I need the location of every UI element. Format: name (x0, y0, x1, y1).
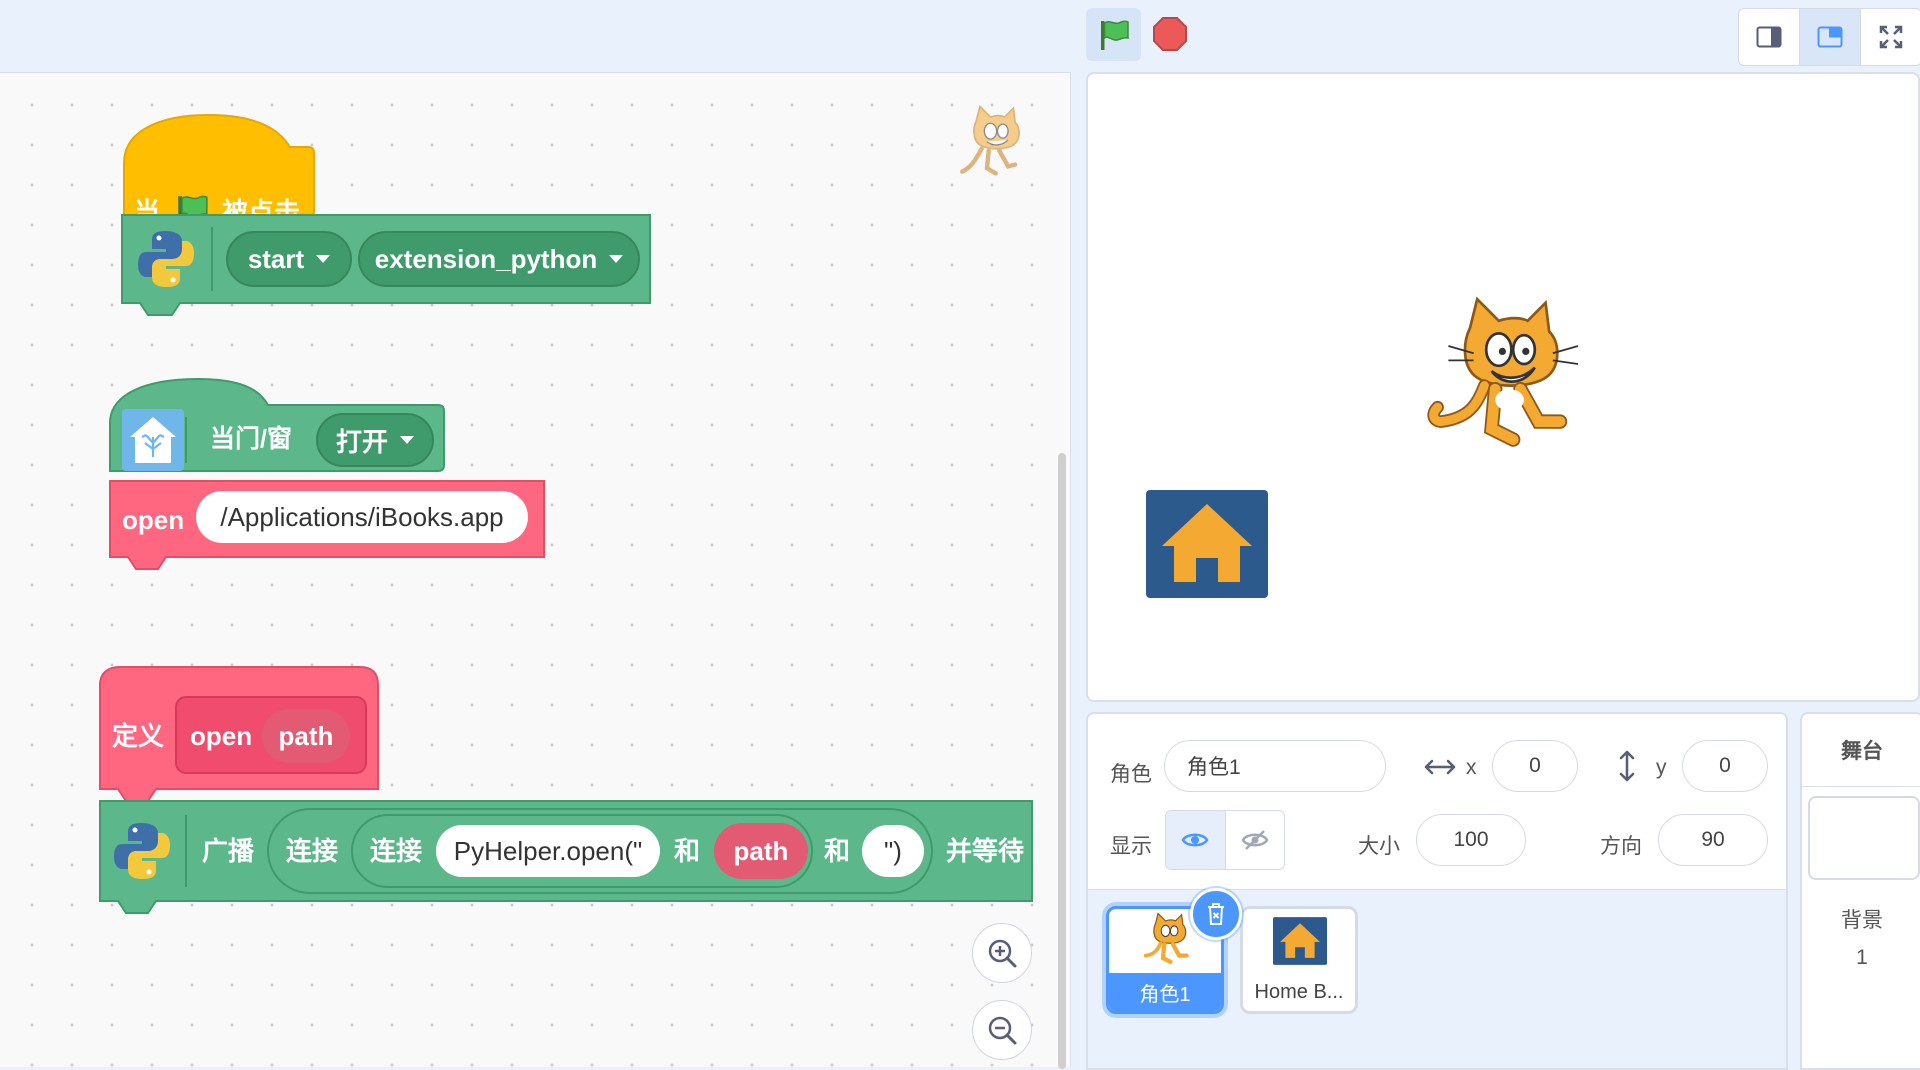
backdrop-count: 1 (1856, 946, 1868, 969)
join-label-2: 连接 (370, 836, 423, 866)
direction-value: 90 (1701, 828, 1725, 851)
eye-icon (1181, 833, 1209, 847)
stage-canvas[interactable] (1086, 72, 1920, 702)
small-stage-button[interactable] (1739, 9, 1800, 65)
path-reporter[interactable]: path (714, 823, 808, 879)
current-sprite-indicator (950, 103, 1038, 196)
cat-sprite[interactable] (1416, 292, 1596, 472)
small-stage-icon (1756, 26, 1782, 48)
zoom-out-icon (988, 1016, 1017, 1045)
size-value: 100 (1453, 828, 1489, 851)
eye-slash-icon (1241, 830, 1269, 850)
broadcast-block[interactable]: 广播 连接 连接 PyHelper.open(" 和 path 和 ") 并等待 (98, 799, 1034, 915)
stop-button[interactable] (1150, 14, 1190, 54)
sprite-name-label: 角色 (1110, 763, 1152, 786)
hide-button[interactable] (1226, 811, 1285, 869)
param-path[interactable]: path (262, 709, 350, 763)
and-label-2: 和 (824, 836, 851, 866)
show-label: 显示 (1110, 835, 1152, 858)
fullscreen-button[interactable] (1861, 9, 1920, 65)
chevron-down-icon (609, 255, 624, 263)
define-label: 定义 (112, 721, 165, 751)
path-reporter-label: path (733, 835, 789, 866)
green-flag-button[interactable] (1086, 8, 1141, 61)
horizontal-arrows-icon (1424, 759, 1456, 775)
sprite-tile-home[interactable]: Home B... (1240, 906, 1358, 1014)
define-open-block[interactable]: 定义 open path (98, 665, 382, 813)
x-input[interactable]: 0 (1492, 740, 1578, 792)
sprite-name-value: 角色1 (1187, 756, 1241, 779)
python-action-value: start (247, 243, 305, 274)
door-window-label: 当门/窗 (210, 425, 292, 453)
stage-title: 舞台 (1802, 714, 1920, 787)
house-icon (1162, 504, 1252, 582)
backdrop-label: 背景 (1841, 909, 1883, 932)
delete-sprite-button[interactable] (1190, 888, 1242, 940)
zoom-out-button[interactable] (972, 1000, 1032, 1060)
chevron-down-icon (400, 436, 414, 444)
define-name: open (190, 721, 253, 751)
python-extension-value: extension_python (374, 243, 598, 274)
stage-selector-panel[interactable]: 舞台 背景 1 (1800, 712, 1920, 1070)
python-icon (114, 823, 170, 879)
string-input-2[interactable]: ") (862, 825, 924, 877)
and-wait-label: 并等待 (946, 836, 1025, 866)
green-flag-icon (1100, 20, 1129, 50)
direction-label: 方向 (1600, 835, 1642, 858)
code-workspace[interactable]: 当 被点击 start extension_python 当门/窗 打开 ope… (0, 72, 1071, 1069)
broadcast-label: 广播 (202, 836, 255, 866)
size-input[interactable]: 100 (1416, 814, 1526, 866)
open-command-block[interactable]: open /Applications/iBooks.app (108, 479, 548, 579)
y-input[interactable]: 0 (1682, 740, 1768, 792)
x-label: x (1466, 756, 1477, 779)
cat-sprite-icon (960, 104, 1020, 176)
python-icon (138, 231, 194, 287)
sprite-name-input[interactable]: 角色1 (1164, 740, 1386, 792)
stop-icon (1153, 17, 1187, 51)
zoom-in-button[interactable] (972, 923, 1032, 983)
direction-input[interactable]: 90 (1658, 814, 1768, 866)
y-label: y (1656, 756, 1667, 779)
open-path-value: /Applications/iBooks.app (220, 501, 504, 532)
visibility-toggle (1165, 810, 1285, 870)
string-input-2-value: ") (884, 835, 902, 866)
and-label-1: 和 (674, 836, 701, 866)
top-bar (0, 0, 1920, 72)
house-icon (1273, 917, 1327, 965)
fullscreen-icon (1879, 25, 1903, 49)
stage-thumbnail[interactable] (1808, 796, 1920, 880)
trash-icon (1208, 903, 1224, 925)
chevron-down-icon (316, 255, 331, 263)
open-path-input[interactable]: /Applications/iBooks.app (196, 491, 528, 543)
door-state-value: 打开 (335, 426, 388, 457)
open-label: open (122, 505, 185, 535)
sprite-info-panel: 角色 角色1 x 0 y 0 显示 大小 100 方向 90 角色1 Home … (1086, 712, 1788, 1070)
sprite-tile-label: Home B... (1254, 980, 1344, 1003)
join-label-1: 连接 (286, 836, 339, 866)
python-extension-dropdown[interactable]: extension_python (358, 231, 640, 287)
python-block[interactable]: start extension_python (120, 213, 652, 316)
string-input-1-value: PyHelper.open(" (453, 835, 643, 866)
param-path-label: path (278, 720, 334, 751)
door-window-hat-block[interactable]: 当门/窗 打开 (108, 373, 448, 473)
normal-stage-icon (1817, 26, 1843, 48)
normal-stage-button[interactable] (1800, 9, 1861, 65)
vertical-arrows-icon (1619, 750, 1635, 782)
string-input-1[interactable]: PyHelper.open(" (436, 825, 660, 877)
stage-size-toggle (1738, 8, 1920, 66)
size-label: 大小 (1358, 835, 1400, 858)
sprite-tile-label: 角色1 (1109, 973, 1221, 1011)
cat-sprite-icon (1143, 912, 1189, 965)
workspace-scrollbar[interactable] (1058, 453, 1066, 1069)
homekit-icon (122, 409, 184, 471)
x-value: 0 (1529, 754, 1541, 777)
y-value: 0 (1719, 754, 1731, 777)
show-button[interactable] (1166, 811, 1226, 869)
door-state-dropdown[interactable]: 打开 (316, 413, 434, 467)
home-button-sprite[interactable] (1146, 490, 1268, 598)
zoom-in-icon (988, 939, 1017, 968)
python-action-dropdown[interactable]: start (226, 231, 352, 287)
